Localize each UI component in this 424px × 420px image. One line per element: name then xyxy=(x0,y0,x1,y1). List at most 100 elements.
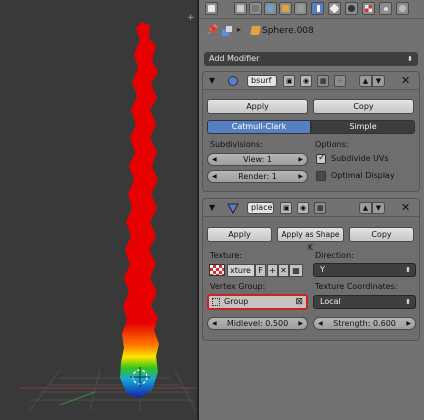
view-levels-value: View: 1 xyxy=(243,155,272,164)
particles-icon[interactable] xyxy=(379,2,392,15)
scene-icon[interactable] xyxy=(249,2,262,15)
options-label: Options: xyxy=(315,140,349,149)
object-icon[interactable] xyxy=(279,2,292,15)
viewport-expand-icon[interactable]: + xyxy=(187,14,196,23)
subdivisions-label: Subdivisions: xyxy=(210,140,263,149)
texture-coordinates-value: Local xyxy=(320,297,341,306)
increment-arrow-icon[interactable]: ▶ xyxy=(406,318,411,329)
remove-modifier-icon[interactable]: ✕ xyxy=(401,201,410,214)
editmode-toggle-icon[interactable]: ▦ xyxy=(314,202,326,214)
subdivide-uvs-checkbox[interactable] xyxy=(316,153,326,164)
move-down-icon[interactable]: ▼ xyxy=(372,202,385,214)
strength-value: Strength: 0.600 xyxy=(333,319,396,328)
texture-checker-icon[interactable] xyxy=(209,264,225,276)
viewport-eye-icon[interactable]: ◉ xyxy=(300,75,312,87)
modifiers-wrench-icon[interactable] xyxy=(311,2,324,15)
chevron-updown-icon: ⬍ xyxy=(405,298,411,306)
vertex-group-field[interactable]: Group ⊠ xyxy=(207,294,308,310)
texture-label: Texture: xyxy=(210,251,242,260)
displace-icon xyxy=(227,203,239,214)
texture-browse-icon[interactable]: ▦ xyxy=(289,264,303,277)
optimal-display-label: Optimal Display xyxy=(331,171,395,180)
view-levels-field[interactable]: ◀ View: 1 ▶ xyxy=(207,153,308,166)
strength-field[interactable]: ◀ Strength: 0.600 ▶ xyxy=(313,317,416,330)
midlevel-field[interactable]: ◀ Midlevel: 0.500 ▶ xyxy=(207,317,308,330)
grid-floor xyxy=(29,369,196,411)
scene-link-icon xyxy=(222,26,232,36)
physics-icon[interactable] xyxy=(396,2,409,15)
catmull-clark-toggle[interactable]: Catmull-Clark xyxy=(207,120,311,134)
render-levels-value: Render: 1 xyxy=(238,172,277,181)
breadcrumb: 📌 ▸ Sphere.008 xyxy=(199,23,424,41)
vertex-group-label: Vertex Group: xyxy=(210,282,266,291)
object-name: Sphere.008 xyxy=(262,26,314,36)
add-modifier-label: Add Modifier xyxy=(209,54,260,63)
modifier-name-field[interactable]: bsurf xyxy=(247,75,277,87)
apply-as-shape-key-button[interactable]: Apply as Shape K xyxy=(277,227,344,252)
chevron-updown-icon: ⬍ xyxy=(405,266,411,274)
vertex-group-icon xyxy=(212,298,220,306)
data-icon[interactable] xyxy=(328,2,341,15)
clear-field-icon[interactable]: ⊠ xyxy=(295,296,303,308)
increment-arrow-icon[interactable]: ▶ xyxy=(298,171,303,182)
add-modifier-dropdown[interactable]: Add Modifier ⬍ xyxy=(204,52,418,66)
displace-modifier-panel: ▼ place ▣ ◉ ▦ ▲ ▼ ✕ Apply Apply as Shape… xyxy=(202,198,420,341)
render-layers-icon[interactable] xyxy=(234,2,247,15)
apply-button[interactable]: Apply xyxy=(207,227,272,242)
move-up-icon[interactable]: ▲ xyxy=(359,202,372,214)
3d-viewport[interactable]: + xyxy=(0,0,197,420)
increment-arrow-icon[interactable]: ▶ xyxy=(298,154,303,165)
chevron-updown-icon: ⬍ xyxy=(407,55,413,63)
subdivide-uvs-label: Subdivide UVs xyxy=(331,154,389,163)
world-icon[interactable] xyxy=(264,2,277,15)
y-axis-line xyxy=(59,391,96,406)
viewport-eye-icon[interactable]: ◉ xyxy=(297,202,309,214)
direction-label: Direction: xyxy=(315,251,354,260)
move-up-icon[interactable]: ▲ xyxy=(359,75,372,87)
object-cube-icon xyxy=(250,26,261,35)
new-texture-icon[interactable]: + xyxy=(267,264,278,277)
viewport-scene xyxy=(20,22,197,411)
direction-value: Y xyxy=(320,265,325,274)
subsurf-modifier-panel: ▼ bsurf ▣ ◉ ▦ ⁘ ▲ ▼ ✕ Apply Copy Catmull… xyxy=(202,71,420,192)
pin-icon[interactable]: 📌 xyxy=(206,25,218,37)
copy-button[interactable]: Copy xyxy=(313,99,414,114)
modifier-header: ▼ bsurf ▣ ◉ ▦ ⁘ ▲ ▼ ✕ xyxy=(203,72,419,90)
texture-name-field[interactable]: xture xyxy=(227,264,255,277)
decrement-arrow-icon[interactable]: ◀ xyxy=(212,154,217,165)
material-icon[interactable] xyxy=(345,2,358,15)
properties-panel: 📌 ▸ Sphere.008 Add Modifier ⬍ ▼ bsurf ▣ … xyxy=(199,0,424,420)
subsurf-icon xyxy=(228,76,238,86)
apply-button[interactable]: Apply xyxy=(207,99,308,114)
optimal-display-checkbox[interactable] xyxy=(316,171,326,181)
render-icon[interactable] xyxy=(205,2,218,15)
remove-modifier-icon[interactable]: ✕ xyxy=(401,74,410,87)
render-toggle-icon[interactable]: ▣ xyxy=(280,202,292,214)
fake-user-button[interactable]: F xyxy=(255,264,266,277)
displaced-mesh xyxy=(120,22,159,398)
properties-context-bar xyxy=(199,0,424,19)
modifier-name-field[interactable]: place xyxy=(247,202,274,214)
direction-dropdown[interactable]: Y ⬍ xyxy=(313,263,416,277)
unlink-texture-icon[interactable]: ✕ xyxy=(278,264,289,277)
render-toggle-icon[interactable]: ▣ xyxy=(283,75,295,87)
collapse-triangle-icon[interactable]: ▼ xyxy=(209,76,215,85)
modifier-header: ▼ place ▣ ◉ ▦ ▲ ▼ ✕ xyxy=(203,199,419,217)
texture-icon[interactable] xyxy=(362,2,375,15)
texture-coordinates-label: Texture Coordinates: xyxy=(315,282,398,291)
cage-toggle-icon[interactable]: ⁘ xyxy=(334,75,346,87)
texture-coordinates-dropdown[interactable]: Local ⬍ xyxy=(313,295,416,309)
increment-arrow-icon[interactable]: ▶ xyxy=(298,318,303,329)
constraints-icon[interactable] xyxy=(294,2,307,15)
breadcrumb-arrow-icon: ▸ xyxy=(237,25,242,34)
vertex-group-value: Group xyxy=(224,297,249,306)
simple-toggle[interactable]: Simple xyxy=(311,120,415,134)
copy-button[interactable]: Copy xyxy=(349,227,414,242)
decrement-arrow-icon[interactable]: ◀ xyxy=(212,171,217,182)
render-levels-field[interactable]: ◀ Render: 1 ▶ xyxy=(207,170,308,183)
collapse-triangle-icon[interactable]: ▼ xyxy=(209,203,215,212)
decrement-arrow-icon[interactable]: ◀ xyxy=(318,318,323,329)
move-down-icon[interactable]: ▼ xyxy=(372,75,385,87)
editmode-toggle-icon[interactable]: ▦ xyxy=(317,75,329,87)
decrement-arrow-icon[interactable]: ◀ xyxy=(212,318,217,329)
